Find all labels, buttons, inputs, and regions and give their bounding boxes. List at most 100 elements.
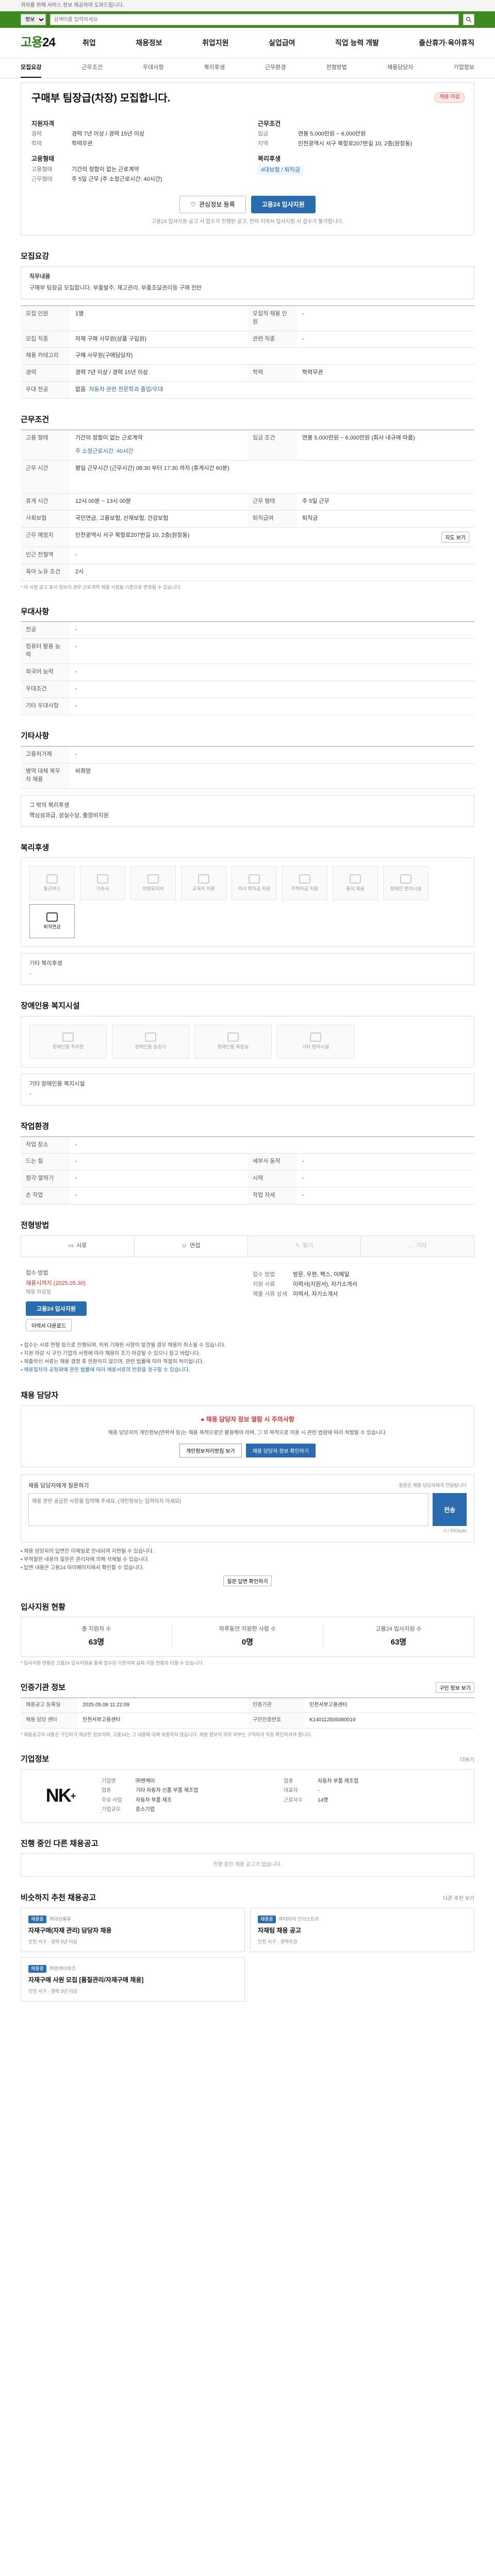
card-title: 자재구매 사원 모집 [품질관리/자재구매 채용]	[28, 1976, 144, 1984]
tab-welfare[interactable]: 복리후생	[204, 64, 224, 72]
download-button[interactable]: 이력서 다운로드	[26, 1319, 72, 1332]
group-title: 복리후생	[258, 155, 281, 163]
contact-section: 채용 담당자 ● 채용 담당자 정보 열람 시 주의사항 채용 담당자의 개인정…	[21, 1390, 474, 1586]
topbar: 귀하를 위해 서비스 정보 제공하여 도와드립니다.	[0, 0, 495, 11]
facility-item: 장애인용 주차장	[29, 1024, 107, 1059]
job-card[interactable]: 채용중 ㈜대하이 인더스트리 자재팀 채용 공고 인천 서구 · 경력무관	[250, 1908, 474, 1952]
field-value: 중소기업	[136, 1807, 155, 1813]
workenv-section: 작업환경 작업 장소 - 드는 힘 - 세부사 동작 - 청각·말하기 - 시력 - 손 작업…	[21, 1121, 474, 1205]
gov-select[interactable]: 정보	[21, 14, 46, 25]
card-tag: 채용중	[28, 1916, 46, 1924]
nav-item[interactable]: 실업급여	[269, 38, 295, 48]
facility-item: 기타 편의시설	[277, 1024, 354, 1059]
other-posts-section: 진행 중인 다른 채용공고 진행 중인 채용 공고가 없습니다.	[21, 1838, 474, 1877]
welfare-label: 중식 제공	[346, 886, 365, 891]
row-value: -	[302, 335, 304, 342]
apply-button-2[interactable]: 고용24 입사지원	[26, 1301, 87, 1316]
note-item: • 접수는 서류 전형 등으로 진행되며, 허위 기재된 사항이 발견될 경우 …	[21, 1343, 226, 1349]
status-badge: 채용 마감	[435, 92, 465, 103]
welfare-item: 기숙사	[80, 866, 125, 901]
field-value: 자동차 부품 제조	[136, 1797, 172, 1803]
field-label: 기업규모	[102, 1807, 121, 1813]
section-title: 모집요강	[21, 252, 50, 261]
job-desc-title: 직무내용	[29, 273, 51, 280]
row-value: -	[75, 751, 77, 757]
search-icon[interactable]	[463, 14, 474, 25]
conditions-table: 고용 형태 기간의 정함이 없는 근로계약 주 소정근로시간: 40시간 임금 조건 연…	[21, 430, 474, 581]
row-label: 컴퓨터 활용 능력	[21, 639, 70, 664]
apply-button[interactable]: 고용24 입사지원	[251, 195, 316, 213]
tab-preference[interactable]: 우대사항	[143, 64, 163, 72]
deadline-label: 채용 마감일	[26, 1289, 51, 1295]
row-value: 인천광역시 서구 북항로207번길 10, 2층(원창동) 지도 보기	[70, 528, 474, 547]
field-value: ㈜엔케이	[136, 1778, 155, 1784]
field-label: 근무형태	[31, 176, 53, 182]
privacy-policy-button[interactable]: 개인정보처리방침 보기	[179, 1443, 242, 1458]
nav-item[interactable]: 취업	[82, 38, 96, 48]
gov-search-input[interactable]	[50, 14, 459, 25]
tab-company[interactable]: 기업정보	[454, 64, 474, 72]
field-value: 이력서(지원서), 자기소개서	[293, 1281, 357, 1287]
tab-workenv[interactable]: 근무환경	[265, 64, 286, 72]
inquiry-textarea[interactable]	[28, 1493, 428, 1527]
field-value: 기타 자동차 신품 부품 제조업	[136, 1788, 199, 1794]
site-logo[interactable]: 고용24	[21, 34, 82, 52]
nav-item[interactable]: 채용정보	[136, 38, 162, 48]
main-nav: 취업 채용정보 취업지원 실업급여 직업 능력 개발 출산휴가·육아휴직	[82, 38, 474, 48]
card-meta: 인천 서구 · 경력 3년 이상	[28, 1988, 78, 1994]
tab-selection[interactable]: 전형방법	[326, 64, 346, 72]
welfare-item-active: 퇴직연금	[29, 904, 75, 939]
jobinfo-note: * 채용공고의 내용은 구인자가 제공한 정보이며, 고용24는 그 내용에 대…	[21, 1732, 312, 1737]
alert-title: ● 채용 담당자 정보 열람 시 주의사항	[30, 1415, 465, 1424]
note-item: • 답변 내용은 고용24 마이페이지에서 확인할 수 있습니다.	[21, 1565, 144, 1571]
nav-item[interactable]: 출산휴가·육아휴직	[419, 38, 474, 48]
send-button[interactable]: 전송	[433, 1493, 467, 1527]
nav-item[interactable]: 직업 능력 개발	[335, 38, 379, 48]
row-label: 우대조건	[21, 681, 70, 698]
box-value: -	[29, 971, 31, 977]
step-label: 필기	[302, 1243, 314, 1249]
map-button[interactable]: 지도 보기	[441, 531, 469, 543]
row-label: 인근 전철역	[21, 547, 70, 564]
jobinfo-table: 채용공고 등록일 2025.05.08 11:22:09 인증기관 인천서부고용센터…	[21, 1697, 474, 1728]
facility-label: 장애인용 승강기	[135, 1044, 167, 1050]
row-label: 채용 담당 센터	[21, 1713, 77, 1728]
section-title: 근무조건	[21, 415, 50, 425]
etc-table: 고용허가제 - 병역 대체 복무자 채용 비희망	[21, 745, 474, 789]
section-title: 비슷하지 추천 채용공고	[21, 1893, 96, 1903]
row-value: -	[75, 703, 77, 709]
tab-recruit[interactable]: 모집요강	[21, 64, 42, 78]
row-value: 2025.05.08 11:22:09	[82, 1702, 130, 1708]
note-item: • 채용절차의 공정화에 관한 법률에 따라 채용서류의 반환을 청구할 수 있…	[21, 1367, 190, 1374]
welfare-other-box: 기타 복리후생 -	[21, 953, 474, 986]
section-title: 우대사항	[21, 607, 50, 616]
row-label: 전공	[21, 622, 70, 639]
elevator-icon	[145, 1032, 156, 1042]
tab-contact[interactable]: 채용담당자	[387, 64, 414, 72]
job-card[interactable]: 채용중 ㈜엔케이테크 자재구매 사원 모집 [품질관리/자재구매 채용] 인천 서구 …	[21, 1957, 245, 2002]
tab-conditions[interactable]: 근무조건	[81, 64, 102, 72]
field-label: 기업명	[102, 1778, 116, 1784]
box-value: 핵심성과급, 성실수당, 출장비지원	[29, 812, 109, 819]
job-info-button[interactable]: 구인 정보 보기	[436, 1682, 474, 1693]
show-contact-button[interactable]: 채용 담당자 정보 확인하기	[245, 1443, 316, 1458]
document-icon: ▭	[68, 1243, 74, 1249]
row-value: -	[302, 1192, 304, 1199]
welfare-item: 통근버스	[29, 866, 75, 901]
check-answer-button[interactable]: 질문 답변 확인하기	[223, 1575, 272, 1586]
row-label: 외국어 능력	[21, 664, 70, 681]
nav-item[interactable]: 취업지원	[202, 38, 229, 48]
stat-label: 총 지원자 수	[81, 1626, 111, 1633]
step-written: ✎ 필기	[248, 1236, 361, 1257]
job-card[interactable]: 채용중 ㈜대성물류 자재구매(자재 관리) 담당자 채용 인천 서구 · 경력 5년 …	[21, 1908, 245, 1952]
stat-label: 하루동안 지원한 사람 수	[219, 1626, 276, 1633]
topbar-text: 귀하를 위해 서비스 정보 제공하여 도와드립니다.	[21, 2, 124, 8]
company-more-link[interactable]: 더보기	[460, 1757, 474, 1765]
card-company: ㈜대하이 인더스트리	[278, 1917, 319, 1922]
save-button[interactable]: ♡ 관심정보 등록	[179, 195, 246, 213]
welfare-item: 차량유지비	[130, 866, 176, 901]
field-label: 지원 서류	[253, 1281, 275, 1287]
row-value: -	[75, 551, 77, 558]
step-document: ▭ 서류	[21, 1236, 135, 1257]
recommend-more-link[interactable]: 다른 추천 보기	[443, 1895, 474, 1903]
